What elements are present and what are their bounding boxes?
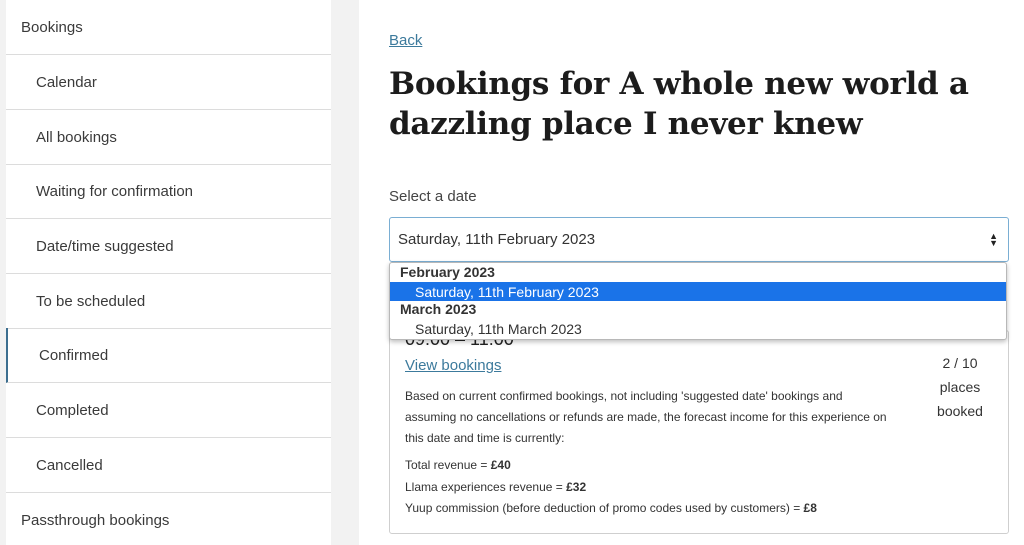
sidebar-item-date-time-suggested[interactable]: Date/time suggested <box>6 219 331 274</box>
capacity-word-booked: booked <box>937 403 983 419</box>
sidebar-item-bookings[interactable]: Bookings <box>6 0 331 55</box>
sidebar-item-passthrough-bookings[interactable]: Passthrough bookings <box>6 493 331 545</box>
sidebar-item-label: Bookings <box>21 18 83 36</box>
commission-label: Yuup commission (before deduction of pro… <box>405 501 804 515</box>
capacity-count: 2 / 10 <box>942 355 978 371</box>
sidebar-item-completed[interactable]: Completed <box>6 383 331 438</box>
sidebar-item-confirmed[interactable]: Confirmed <box>6 328 331 383</box>
sidebar-item-label: Calendar <box>36 73 97 91</box>
date-select-label: Select a date <box>389 188 477 205</box>
sidebar-item-label: Passthrough bookings <box>21 512 170 529</box>
sidebar-item-label: Confirmed <box>39 346 109 364</box>
dropdown-option[interactable]: Saturday, 11th March 2023 <box>390 319 1006 338</box>
commission-line: Yuup commission (before deduction of pro… <box>405 501 817 515</box>
sidebar-item-to-be-scheduled[interactable]: To be scheduled <box>6 274 331 329</box>
date-select[interactable]: Saturday, 11th February 2023 ▲ ▼ <box>389 217 1009 262</box>
time-slot-card: 09:00 – 11:00 View bookings 2 / 10 place… <box>389 329 1009 534</box>
capacity-indicator: 2 / 10 places booked <box>930 351 990 423</box>
date-dropdown-list: February 2023 Saturday, 11th February 20… <box>389 262 1007 340</box>
sidebar-item-label: Date/time suggested <box>36 237 174 255</box>
dropdown-group-label: February 2023 <box>400 264 495 280</box>
llama-revenue-value: £32 <box>566 480 587 494</box>
capacity-word-places: places <box>939 379 981 395</box>
commission-value: £8 <box>803 501 817 515</box>
forecast-description: Based on current confirmed bookings, not… <box>405 389 887 445</box>
dropdown-group-label: March 2023 <box>400 301 477 317</box>
sidebar-item-label: Completed <box>36 401 109 419</box>
dropdown-option[interactable]: Saturday, 11th February 2023 <box>390 282 1006 301</box>
sidebar-item-waiting-for-confirmation[interactable]: Waiting for confirmation <box>6 164 331 219</box>
date-select-value: Saturday, 11th February 2023 <box>398 231 596 248</box>
sidebar-item-label: Cancelled <box>36 456 103 474</box>
sidebar-item-all-bookings[interactable]: All bookings <box>6 110 331 165</box>
total-revenue-value: £40 <box>490 458 511 472</box>
sidebar: Bookings Calendar All bookings Waiting f… <box>6 0 331 545</box>
view-bookings-link[interactable]: View bookings <box>405 357 501 374</box>
total-revenue-line: Total revenue = £40 <box>405 458 511 472</box>
sidebar-item-cancelled[interactable]: Cancelled <box>6 438 331 493</box>
sidebar-item-calendar[interactable]: Calendar <box>6 55 331 110</box>
sidebar-item-label: Waiting for confirmation <box>36 182 194 200</box>
page-title: Bookings for A whole new world a dazzlin… <box>389 66 969 142</box>
total-revenue-label: Total revenue = <box>405 458 491 472</box>
sidebar-item-label: To be scheduled <box>36 292 146 310</box>
sidebar-item-label: All bookings <box>36 128 117 146</box>
llama-revenue-label: Llama experiences revenue = <box>405 480 567 494</box>
llama-revenue-line: Llama experiences revenue = £32 <box>405 480 586 494</box>
back-link[interactable]: Back <box>389 32 422 49</box>
select-arrows-icon: ▲ ▼ <box>989 231 998 248</box>
